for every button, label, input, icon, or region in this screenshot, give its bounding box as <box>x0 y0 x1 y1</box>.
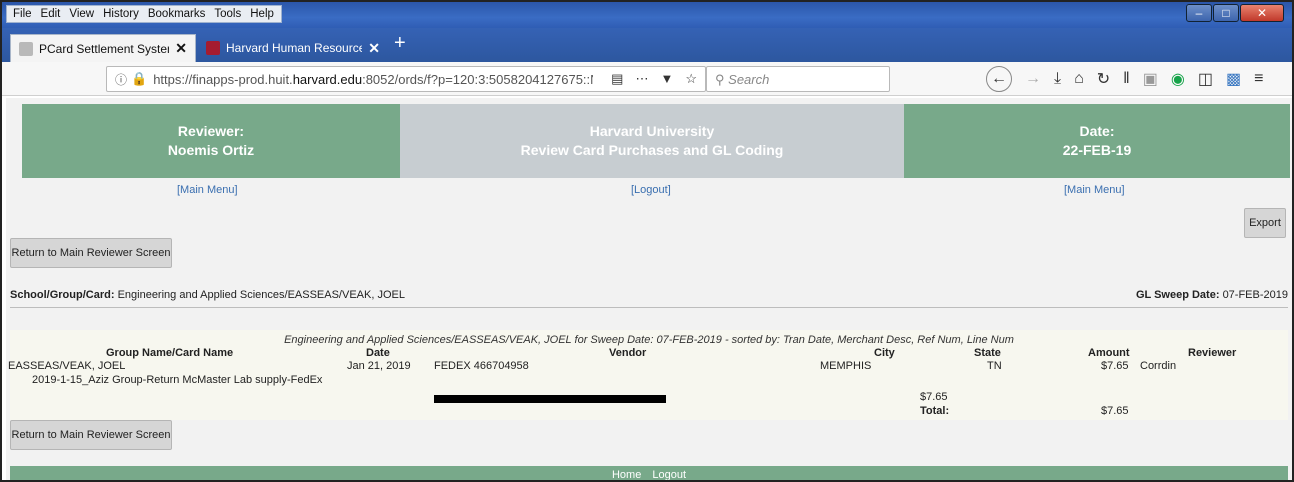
browser-window: File Edit View History Bookmarks Tools H… <box>0 0 1294 482</box>
main-menu-link[interactable]: [Main Menu] <box>177 184 238 196</box>
menu-view[interactable]: View <box>65 6 99 22</box>
row-amount: $7.65 <box>1101 360 1129 372</box>
minimize-button[interactable]: – <box>1186 4 1212 22</box>
download-icon[interactable]: ⤓ <box>1054 70 1061 88</box>
footer-logout-link[interactable]: Logout <box>652 469 686 480</box>
row-vendor: FEDEX 466704958 <box>434 360 529 372</box>
menu-file[interactable]: File <box>9 6 37 22</box>
forward-icon[interactable]: → <box>1025 70 1041 88</box>
footer-home-link[interactable]: Home <box>612 469 641 480</box>
page-actions-icon[interactable]: ⋯ <box>635 71 648 87</box>
col-header-state: State <box>974 347 1001 359</box>
col-header-group: Group Name/Card Name <box>106 347 234 359</box>
row-card-name: EASSEAS/VEAK, JOEL <box>8 360 126 372</box>
total-label: Total: <box>920 405 950 417</box>
col-header-reviewer: Reviewer <box>1188 347 1237 359</box>
menu-tools[interactable]: Tools <box>210 6 246 22</box>
export-button[interactable]: Export <box>1244 208 1286 238</box>
col-header-amount: Amount <box>1088 347 1130 359</box>
divider <box>10 307 1288 308</box>
date-panel: Date: 22-FEB-19 <box>904 104 1290 178</box>
row-date: Jan 21, 2019 <box>347 360 411 372</box>
report-caption: Engineering and Applied Sciences/EASSEAS… <box>284 334 1014 346</box>
gl-sweep-date: GL Sweep Date: 07-FEB-2019 <box>1135 289 1288 301</box>
page-title: Review Card Purchases and GL Coding <box>520 142 784 158</box>
tab-strip: PCard Settlement System Repo ✕ Harvard H… <box>2 28 1292 62</box>
url-tools: ▤ ⋯ ▼ ☆ <box>611 71 705 87</box>
page-icon <box>19 41 33 56</box>
main-menu-link-right[interactable]: [Main Menu] <box>1064 184 1125 196</box>
back-icon[interactable]: ← <box>986 66 1012 92</box>
page-footer: Home Logout <box>10 466 1288 480</box>
grammarly-icon[interactable]: ◉ <box>1171 69 1185 89</box>
row-state: TN <box>987 360 1002 372</box>
maximize-button[interactable]: □ <box>1213 4 1239 22</box>
tab-label: PCard Settlement System Repo <box>39 41 169 56</box>
page-content: Reviewer: Noemis Ortiz Harvard Universit… <box>6 98 1292 480</box>
reviewer-label: Reviewer: <box>177 123 245 139</box>
tab-harvard-hr[interactable]: Harvard Human Resources ✕ <box>198 34 388 62</box>
date-value: 22-FEB-19 <box>1062 142 1132 158</box>
close-window-button[interactable]: ✕ <box>1240 4 1284 22</box>
close-tab-icon[interactable]: ✕ <box>175 40 187 57</box>
return-to-main-button[interactable]: Return to Main Reviewer Screen <box>10 238 172 268</box>
menu-edit[interactable]: Edit <box>37 6 66 22</box>
subtotal-value: $7.65 <box>920 391 948 403</box>
row-city: MEMPHIS <box>820 360 872 372</box>
org-name: Harvard University <box>589 123 715 139</box>
total-value: $7.65 <box>1101 405 1129 417</box>
title-panel: Harvard University Review Card Purchases… <box>400 104 904 178</box>
screenshot-icon[interactable]: ▩ <box>1226 69 1241 89</box>
url-bar[interactable]: ⓘ 🔒 https://finapps-prod.huit.harvard.ed… <box>106 66 706 92</box>
tab-label: Harvard Human Resources <box>226 41 363 55</box>
lock-icon: 🔒 <box>131 71 148 86</box>
info-icon[interactable]: ⓘ <box>115 71 127 88</box>
home-icon[interactable]: ⌂ <box>1074 70 1084 88</box>
logout-link[interactable]: [Logout] <box>631 184 671 196</box>
sidebar-icon[interactable]: ◫ <box>1198 69 1213 89</box>
close-tab-icon[interactable]: ✕ <box>368 40 380 57</box>
menu-help[interactable]: Help <box>246 6 279 22</box>
bookmark-star-icon[interactable]: ☆ <box>685 71 697 87</box>
row-reviewer: Corrdin <box>1140 360 1177 372</box>
extension-icon[interactable]: ▣ <box>1143 69 1158 89</box>
harvard-shield-icon <box>206 41 220 55</box>
col-header-vendor: Vendor <box>609 347 647 359</box>
search-icon: ⚲ <box>715 72 725 87</box>
row-description: 2019-1-15_Aziz Group-Return McMaster Lab… <box>32 374 323 386</box>
col-header-city: City <box>874 347 895 359</box>
school-group-card: School/Group/Card: Engineering and Appli… <box>10 289 405 301</box>
reviewer-panel: Reviewer: Noemis Ortiz <box>22 104 400 178</box>
window-titlebar: File Edit View History Bookmarks Tools H… <box>2 2 1292 28</box>
menu-history[interactable]: History <box>99 6 144 22</box>
navigation-bar: ⓘ 🔒 https://finapps-prod.huit.harvard.ed… <box>2 62 1292 96</box>
redacted-field <box>434 395 666 403</box>
toolbar-icons: ← → ⤓ ⌂ ↻ ‖ ▣ ◉ ◫ ▩ ≡ <box>986 66 1263 92</box>
reload-icon[interactable]: ↻ <box>1097 69 1110 89</box>
tab-pcard-report[interactable]: PCard Settlement System Repo ✕ <box>10 34 196 62</box>
menu-bar: File Edit View History Bookmarks Tools H… <box>6 5 282 23</box>
menu-bookmarks[interactable]: Bookmarks <box>144 6 211 22</box>
search-input[interactable]: ⚲ Search <box>706 66 890 92</box>
reader-view-icon[interactable]: ▤ <box>611 71 623 87</box>
menu-hamburger-icon[interactable]: ≡ <box>1254 70 1263 88</box>
col-header-date: Date <box>366 347 390 359</box>
reviewer-name: Noemis Ortiz <box>167 142 255 158</box>
new-tab-button[interactable]: + <box>394 32 406 55</box>
pocket-icon[interactable]: ▼ <box>660 71 673 87</box>
return-to-main-button-bottom[interactable]: Return to Main Reviewer Screen <box>10 420 172 450</box>
date-label: Date: <box>1079 123 1115 139</box>
library-icon[interactable]: ‖ <box>1123 70 1130 88</box>
url-text[interactable]: https://finapps-prod.huit.harvard.edu:80… <box>153 72 593 87</box>
window-controls: – □ ✕ <box>1185 4 1284 22</box>
